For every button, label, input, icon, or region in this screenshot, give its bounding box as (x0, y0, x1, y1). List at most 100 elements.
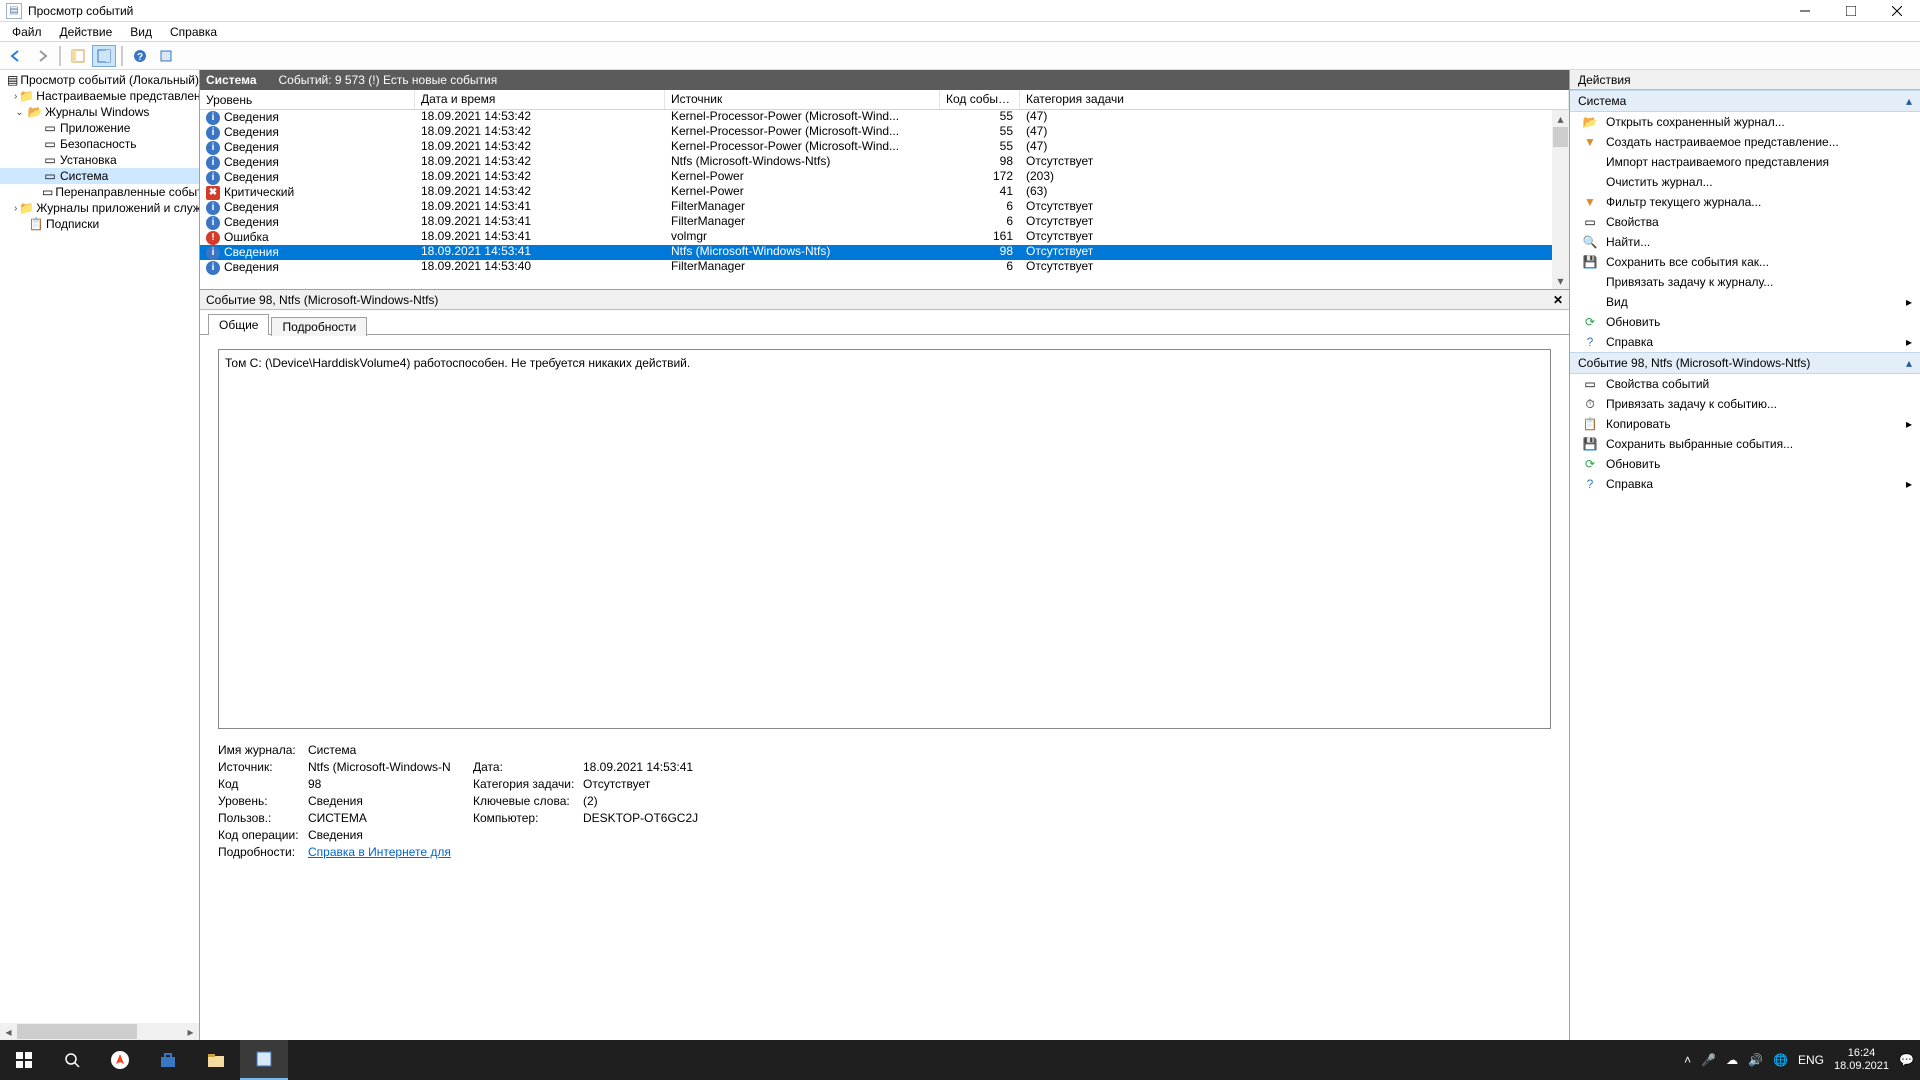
action-view[interactable]: Вид▸ (1570, 292, 1920, 312)
cell-source: Ntfs (Microsoft-Windows-Ntfs) (665, 155, 940, 170)
search-button[interactable] (48, 1040, 96, 1080)
scroll-up-icon[interactable]: ▴ (1552, 110, 1569, 127)
level-crit-icon: ✖ (206, 186, 220, 200)
start-button[interactable] (0, 1040, 48, 1080)
cell-source: Kernel-Power (665, 185, 940, 200)
close-button[interactable] (1874, 0, 1920, 22)
action-copy[interactable]: 📋Копировать▸ (1570, 414, 1920, 434)
minimize-button[interactable] (1782, 0, 1828, 22)
label-level: Уровень: (218, 794, 308, 808)
col-source[interactable]: Источник (665, 90, 940, 109)
scroll-thumb[interactable] (1553, 127, 1568, 147)
taskbar[interactable]: ˄ 🎤 ☁ 🔊 🌐 ENG 16:24 18.09.2021 💬 (0, 1040, 1920, 1080)
tray-chevron-icon[interactable]: ˄ (1684, 1053, 1691, 1067)
table-row[interactable]: iСведения18.09.2021 14:53:40FilterManage… (200, 260, 1569, 275)
action-help[interactable]: ?Справка▸ (1570, 332, 1920, 352)
action-refresh-event[interactable]: ⟳Обновить (1570, 454, 1920, 474)
table-row[interactable]: iСведения18.09.2021 14:53:42Kernel-Power… (200, 170, 1569, 185)
table-row[interactable]: iСведения18.09.2021 14:53:41FilterManage… (200, 200, 1569, 215)
label-source: Источник: (218, 760, 308, 774)
tree-horizontal-scrollbar[interactable]: ◂ ▸ (0, 1023, 199, 1040)
table-row[interactable]: ✖Критический18.09.2021 14:53:42Kernel-Po… (200, 185, 1569, 200)
action-refresh[interactable]: ⟳Обновить (1570, 312, 1920, 332)
collapse-icon[interactable]: ▴ (1906, 94, 1912, 108)
action-help-event[interactable]: ?Справка▸ (1570, 474, 1920, 494)
cell-code: 55 (940, 125, 1020, 140)
tree-system[interactable]: ▭Система (0, 168, 199, 184)
tray-notifications-icon[interactable]: 💬 (1899, 1053, 1914, 1067)
tab-details[interactable]: Подробности (271, 317, 367, 336)
find-icon: 🔍 (1582, 234, 1598, 250)
action-save-selected[interactable]: 💾Сохранить выбранные события... (1570, 434, 1920, 454)
menu-file[interactable]: Файл (4, 23, 50, 41)
scroll-thumb[interactable] (17, 1024, 137, 1039)
tree-application[interactable]: ▭Приложение (0, 120, 199, 136)
tray-onedrive-icon[interactable]: ☁ (1726, 1053, 1738, 1067)
show-actions-button[interactable] (92, 45, 116, 67)
action-properties[interactable]: ▭Свойства (1570, 212, 1920, 232)
taskbar-app-store[interactable] (144, 1040, 192, 1080)
back-button[interactable] (4, 45, 28, 67)
action-attach-task-log[interactable]: Привязать задачу к журналу... (1570, 272, 1920, 292)
col-level[interactable]: Уровень (200, 90, 415, 109)
actions-section-system[interactable]: Система▴ (1570, 90, 1920, 112)
tray-network-icon[interactable]: 🌐 (1773, 1053, 1788, 1067)
action-open-saved-log[interactable]: 📂Открыть сохраненный журнал... (1570, 112, 1920, 132)
label-category: Категория задачи: (473, 777, 583, 791)
close-detail-button[interactable]: ✕ (1553, 293, 1563, 307)
show-tree-button[interactable] (66, 45, 90, 67)
table-row[interactable]: iСведения18.09.2021 14:53:41FilterManage… (200, 215, 1569, 230)
action-clear-log[interactable]: Очистить журнал... (1570, 172, 1920, 192)
action-find[interactable]: 🔍Найти... (1570, 232, 1920, 252)
table-row[interactable]: iСведения18.09.2021 14:53:42Ntfs (Micros… (200, 155, 1569, 170)
navigation-tree[interactable]: ▤Просмотр событий (Локальный) ›📁Настраив… (0, 70, 200, 1040)
action-event-properties[interactable]: ▭Свойства событий (1570, 374, 1920, 394)
taskbar-app-explorer[interactable] (192, 1040, 240, 1080)
action-create-custom-view[interactable]: ▼Создать настраиваемое представление... (1570, 132, 1920, 152)
col-category[interactable]: Категория задачи (1020, 90, 1569, 109)
taskbar-app-eventviewer[interactable] (240, 1040, 288, 1080)
tray-volume-icon[interactable]: 🔊 (1748, 1053, 1763, 1067)
table-row[interactable]: iСведения18.09.2021 14:53:41Ntfs (Micros… (200, 245, 1569, 260)
menu-action[interactable]: Действие (52, 23, 121, 41)
properties-button[interactable] (154, 45, 178, 67)
tree-custom-views[interactable]: ›📁Настраиваемые представления (0, 88, 199, 104)
grid-vertical-scrollbar[interactable]: ▴ ▾ (1552, 110, 1569, 289)
tray-clock[interactable]: 16:24 18.09.2021 (1834, 1047, 1889, 1073)
scroll-right-icon[interactable]: ▸ (182, 1023, 199, 1040)
tray-language[interactable]: ENG (1798, 1053, 1824, 1067)
tree-root[interactable]: ▤Просмотр событий (Локальный) (0, 72, 199, 88)
action-import-custom-view[interactable]: Импорт настраиваемого представления (1570, 152, 1920, 172)
system-tray[interactable]: ˄ 🎤 ☁ 🔊 🌐 ENG 16:24 18.09.2021 💬 (1684, 1047, 1920, 1073)
collapse-icon[interactable]: ▴ (1906, 356, 1912, 370)
cell-category: Отсутствует (1020, 155, 1569, 170)
events-grid[interactable]: Уровень Дата и время Источник Код событи… (200, 90, 1569, 290)
table-row[interactable]: iСведения18.09.2021 14:53:42Kernel-Proce… (200, 140, 1569, 155)
tray-mic-icon[interactable]: 🎤 (1701, 1053, 1716, 1067)
tree-app-services[interactable]: ›📁Журналы приложений и служб (0, 200, 199, 216)
taskbar-app-browser[interactable] (96, 1040, 144, 1080)
actions-section-event[interactable]: Событие 98, Ntfs (Microsoft-Windows-Ntfs… (1570, 352, 1920, 374)
scroll-down-icon[interactable]: ▾ (1552, 272, 1569, 289)
maximize-button[interactable] (1828, 0, 1874, 22)
menu-view[interactable]: Вид (122, 23, 160, 41)
forward-button[interactable] (30, 45, 54, 67)
online-help-link[interactable]: Справка в Интернете для (308, 845, 451, 859)
col-date[interactable]: Дата и время (415, 90, 665, 109)
tab-general[interactable]: Общие (208, 314, 269, 335)
col-code[interactable]: Код события (940, 90, 1020, 109)
action-attach-task-event[interactable]: ⏱Привязать задачу к событию... (1570, 394, 1920, 414)
tree-forwarded[interactable]: ▭Перенаправленные события (0, 184, 199, 200)
scroll-left-icon[interactable]: ◂ (0, 1023, 17, 1040)
action-filter-log[interactable]: ▼Фильтр текущего журнала... (1570, 192, 1920, 212)
table-row[interactable]: iСведения18.09.2021 14:53:42Kernel-Proce… (200, 125, 1569, 140)
tree-windows-logs[interactable]: ⌄📂Журналы Windows (0, 104, 199, 120)
table-row[interactable]: !Ошибка18.09.2021 14:53:41volmgr161Отсут… (200, 230, 1569, 245)
tree-setup[interactable]: ▭Установка (0, 152, 199, 168)
table-row[interactable]: iСведения18.09.2021 14:53:42Kernel-Proce… (200, 110, 1569, 125)
menu-help[interactable]: Справка (162, 23, 225, 41)
tree-security[interactable]: ▭Безопасность (0, 136, 199, 152)
help-button[interactable]: ? (128, 45, 152, 67)
action-save-all[interactable]: 💾Сохранить все события как... (1570, 252, 1920, 272)
tree-subscriptions[interactable]: 📋Подписки (0, 216, 199, 232)
